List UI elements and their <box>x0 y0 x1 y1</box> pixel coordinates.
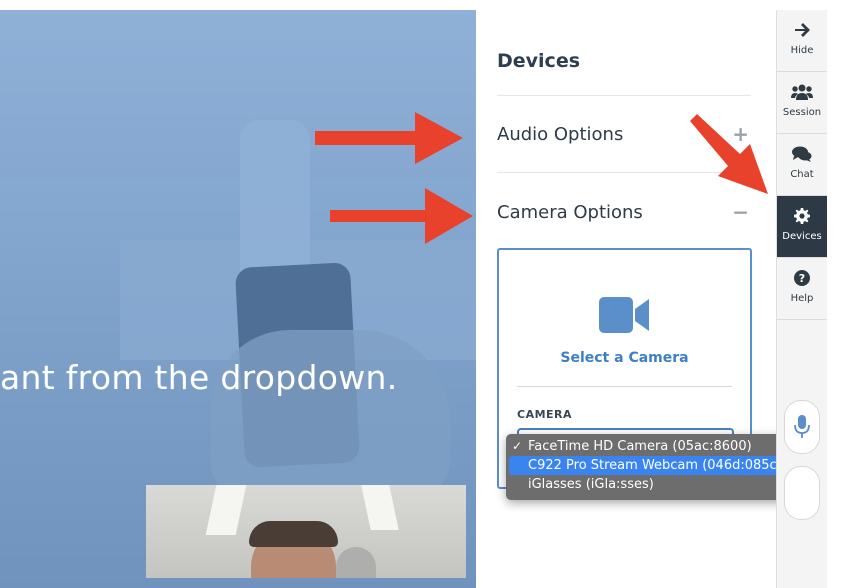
sidebar-item-chat[interactable]: Chat <box>777 134 827 196</box>
select-camera-title: Select a Camera <box>560 350 689 366</box>
camera-option-label: iGlasses (iGla:sses) <box>528 477 654 492</box>
self-view-light <box>361 485 399 530</box>
camera-field-label: CAMERA <box>517 408 573 421</box>
video-caption: ant from the dropdown. <box>0 358 398 397</box>
sidebar-item-help[interactable]: ? Help <box>777 258 827 320</box>
audio-options-label: Audio Options <box>497 123 624 145</box>
sidebar-item-hide[interactable]: Hide <box>777 10 827 72</box>
camera-option-label: FaceTime HD Camera (05ac:8600) <box>528 439 752 454</box>
svg-text:?: ? <box>799 272 805 285</box>
camera-option-highlighted[interactable]: C922 Pro Stream Webcam (046d:085c) <box>509 456 805 475</box>
microphone-button[interactable] <box>784 400 820 454</box>
checkmark-icon: ✓ <box>512 439 523 453</box>
bg-hand <box>210 330 450 500</box>
camera-option-label: C922 Pro Stream Webcam (046d:085c) <box>528 458 782 473</box>
collapse-minus-icon: − <box>732 200 749 224</box>
sidebar-item-label: Chat <box>790 169 814 180</box>
camera-option[interactable]: ✓ FaceTime HD Camera (05ac:8600) <box>506 437 808 456</box>
self-view-light <box>205 485 247 535</box>
divider <box>497 95 751 96</box>
sidebar-item-label: Devices <box>782 231 822 242</box>
gear-icon <box>777 208 827 224</box>
users-icon <box>777 84 827 100</box>
camera-toggle-button[interactable] <box>784 466 820 520</box>
question-circle-icon: ? <box>777 270 827 286</box>
self-view-chandelier <box>336 547 376 578</box>
annotation-arrow-icon <box>690 114 768 194</box>
camera-options-label: Camera Options <box>497 201 643 223</box>
sidebar-item-label: Session <box>782 107 822 118</box>
chat-bubbles-icon <box>777 146 827 162</box>
annotation-arrow-icon <box>315 112 463 164</box>
sidebar-item-label: Hide <box>790 45 814 56</box>
self-view-person-hair <box>249 521 338 547</box>
sidebar-item-session[interactable]: Session <box>777 72 827 134</box>
camera-options-toggle[interactable]: Camera Options − <box>497 197 751 227</box>
arrow-right-icon <box>777 22 827 38</box>
sidebar-item-label: Help <box>790 293 814 304</box>
panel-title: Devices <box>497 50 581 72</box>
divider <box>517 386 732 387</box>
sidebar-item-devices[interactable]: Devices <box>777 196 827 258</box>
video-camera-icon <box>599 296 651 338</box>
camera-option[interactable]: iGlasses (iGla:sses) <box>506 475 808 494</box>
annotation-arrow-icon <box>330 188 473 244</box>
camera-dropdown-menu: ✓ FaceTime HD Camera (05ac:8600) C922 Pr… <box>506 434 808 500</box>
microphone-icon <box>794 415 810 438</box>
self-view-video <box>146 485 466 578</box>
